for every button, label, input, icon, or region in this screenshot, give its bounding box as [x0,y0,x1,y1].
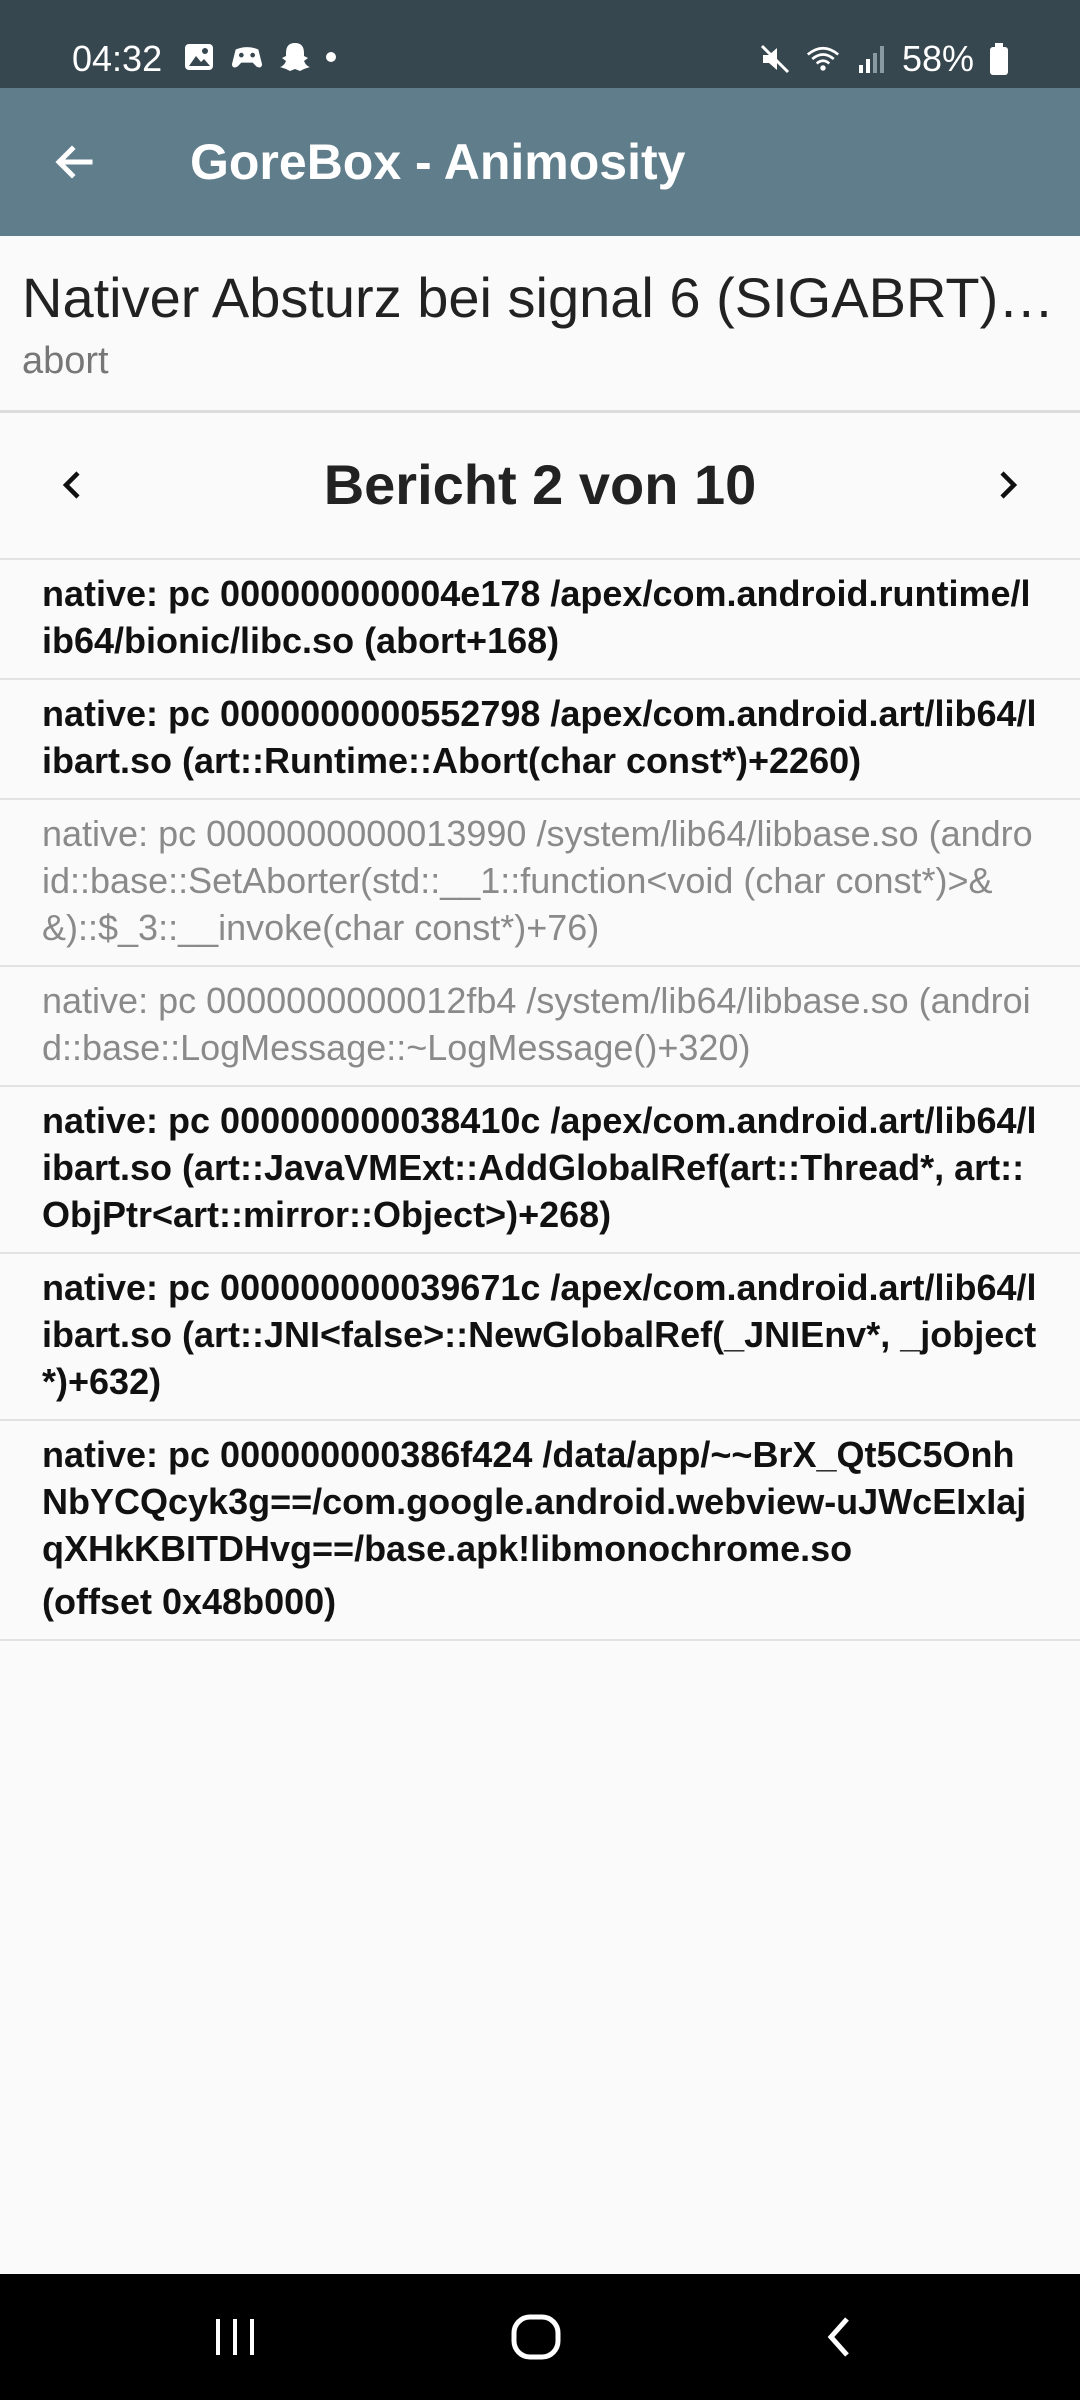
app-bar: GoreBox - Animosity [0,88,1080,236]
report-counter: Bericht 2 von 10 [323,453,757,516]
stack-frame[interactable]: native: pc 000000000386f424 /data/app/~~… [0,1419,1080,1639]
stack-frame[interactable]: native: pc 000000000039671c /apex/com.an… [0,1252,1080,1419]
recents-icon[interactable] [200,2302,270,2372]
system-icons: 58% [758,38,1010,80]
stack-frame-text: native: pc 0000000000012fb4 /system/lib6… [42,980,1031,1068]
stack-frame-text: native: pc 000000000039671c /apex/com.an… [42,1267,1037,1402]
stack-trace-list: native: pc 000000000004e178 /apex/com.an… [0,558,1080,1641]
stack-frame[interactable]: native: pc 0000000000013990 /system/lib6… [0,798,1080,965]
app-title: GoreBox - Animosity [190,134,686,190]
crash-title: Nativer Absturz bei signal 6 (SIGABRT)… [22,266,1055,329]
notification-icons [182,40,336,74]
crash-header: Nativer Absturz bei signal 6 (SIGABRT)… … [0,236,1080,410]
home-icon[interactable] [501,2302,571,2372]
back-icon[interactable] [804,2302,874,2372]
next-report-button[interactable] [976,453,1040,517]
signal-icon [854,42,888,76]
list-end-divider [0,1639,1080,1641]
stack-frame-text: native: pc 000000000004e178 /apex/com.an… [42,573,1031,661]
stack-frame-offset: (offset 0x48b000) [42,1581,337,1622]
battery-percent: 58% [901,38,974,79]
stack-frame[interactable]: native: pc 000000000004e178 /apex/com.an… [0,558,1080,678]
stack-frame[interactable]: native: pc 000000000038410c /apex/com.an… [0,1085,1080,1252]
stack-frame[interactable]: native: pc 0000000000012fb4 /system/lib6… [0,965,1080,1085]
dot-icon [326,52,336,62]
crash-subtitle: abort [22,340,109,382]
wifi-icon [806,42,840,76]
report-pager: Bericht 2 von 10 [0,413,1080,558]
snapchat-icon [278,40,312,74]
stack-frame-text: native: pc 0000000000552798 /apex/com.an… [42,693,1037,781]
gamepad-icon [230,40,264,74]
stack-frame-text: native: pc 000000000038410c /apex/com.an… [42,1100,1037,1235]
stack-frame-text: native: pc 000000000386f424 /data/app/~~… [42,1434,1027,1569]
mute-icon [758,42,792,76]
status-time: 04:32 [72,38,163,79]
image-icon [182,40,216,74]
status-bar: 04:32 58% [0,0,1080,88]
system-nav-bar [0,2274,1080,2400]
back-arrow-icon[interactable] [44,132,104,192]
stack-frame[interactable]: native: pc 0000000000552798 /apex/com.an… [0,678,1080,798]
battery-icon [988,42,1010,76]
stack-frame-text: native: pc 0000000000013990 /system/lib6… [42,813,1033,948]
